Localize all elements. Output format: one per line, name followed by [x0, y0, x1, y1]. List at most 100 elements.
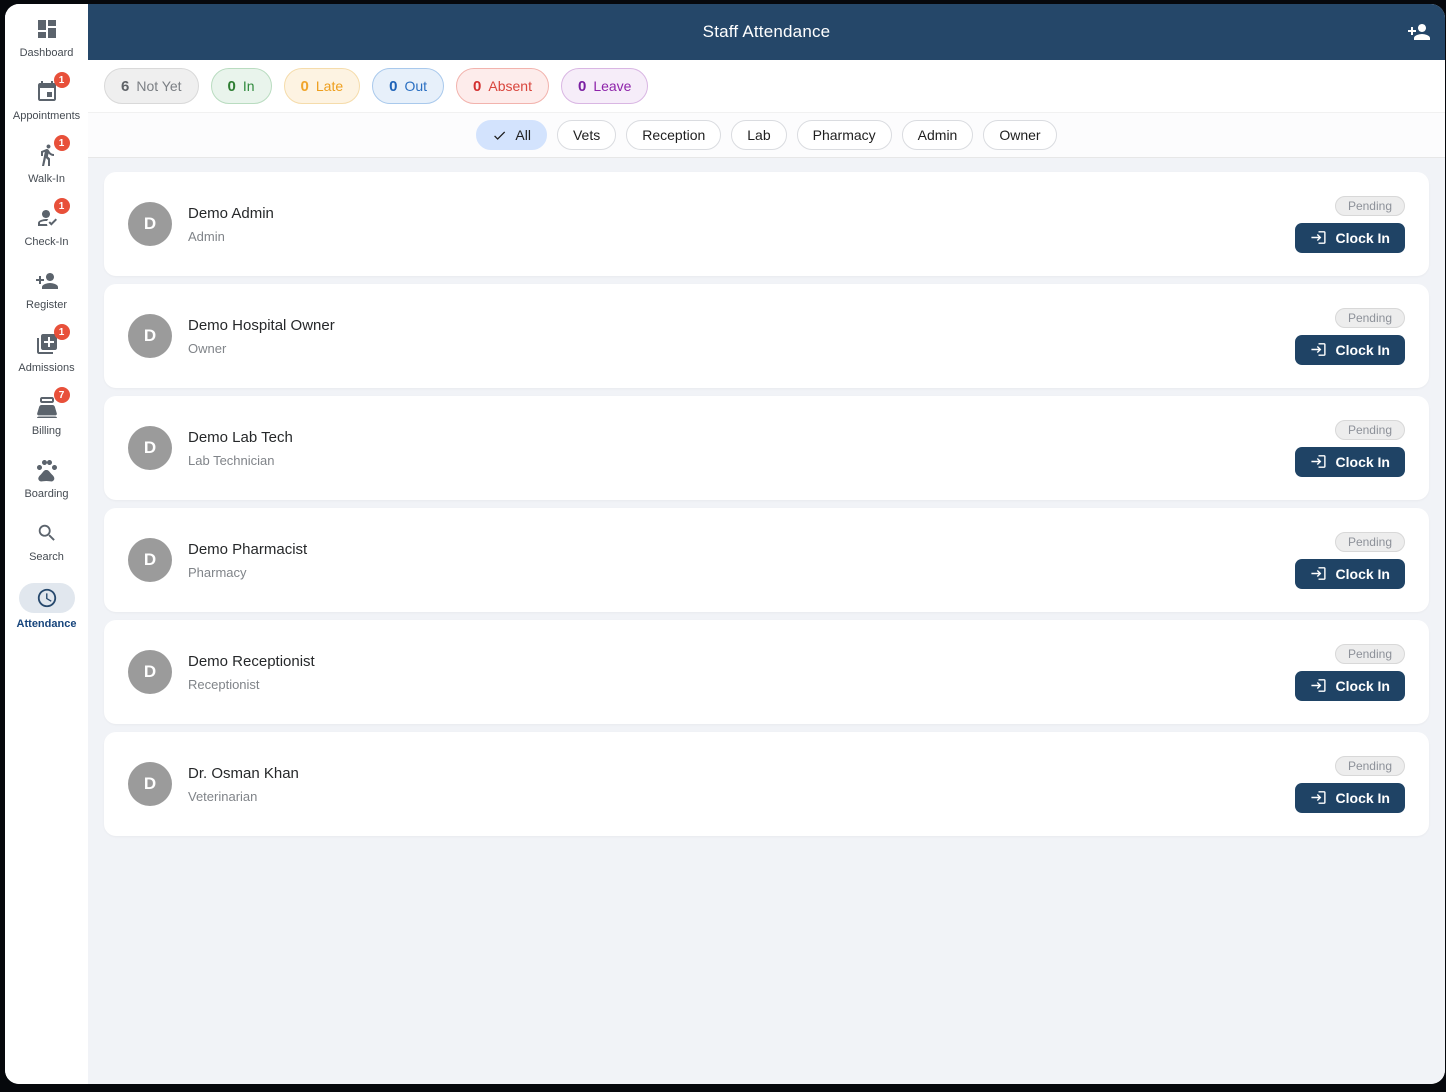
chip-label: Late: [316, 78, 343, 94]
tab-pharmacy[interactable]: Pharmacy: [797, 120, 892, 150]
clock-in-button[interactable]: Clock In: [1295, 223, 1405, 253]
tab-label: Vets: [573, 127, 600, 143]
role-filter-tabs: All Vets Reception Lab Pharmacy Admin Ow…: [88, 112, 1445, 158]
notification-badge: 7: [54, 387, 70, 403]
sidebar-item-search[interactable]: Search: [5, 520, 88, 583]
clock-in-button[interactable]: Clock In: [1295, 783, 1405, 813]
top-app-bar: Staff Attendance: [88, 4, 1445, 60]
chip-count: 0: [578, 78, 586, 95]
sidebar-item-label: Appointments: [13, 110, 80, 122]
sidebar-item-admissions[interactable]: 1 Admissions: [5, 331, 88, 394]
status-chip-leave[interactable]: 0 Leave: [561, 68, 649, 104]
notification-badge: 1: [54, 135, 70, 151]
tab-vets[interactable]: Vets: [557, 120, 616, 150]
status-badge: Pending: [1335, 308, 1405, 328]
clock-icon: [19, 583, 75, 613]
status-badge: Pending: [1335, 420, 1405, 440]
main-area: Staff Attendance 6 Not Yet 0 In 0 Late 0…: [88, 4, 1445, 1084]
login-icon: [1310, 677, 1327, 694]
status-chip-late[interactable]: 0 Late: [284, 68, 361, 104]
sidebar-item-label: Register: [26, 299, 67, 311]
clock-in-label: Clock In: [1336, 790, 1390, 806]
tab-owner[interactable]: Owner: [983, 120, 1056, 150]
status-chip-out[interactable]: 0 Out: [372, 68, 444, 104]
sidebar-item-label: Billing: [32, 425, 61, 437]
tab-all[interactable]: All: [476, 120, 547, 150]
tab-label: Admin: [918, 127, 958, 143]
clock-in-label: Clock In: [1336, 678, 1390, 694]
staff-list: D Demo Admin Admin Pending Clock In: [88, 158, 1445, 1084]
avatar: D: [128, 202, 172, 246]
register-icon: [35, 268, 59, 294]
tab-label: Pharmacy: [813, 127, 876, 143]
avatar: D: [128, 538, 172, 582]
staff-card: D Demo Admin Admin Pending Clock In: [104, 172, 1429, 276]
paw-icon: [35, 457, 59, 483]
chip-count: 6: [121, 78, 129, 95]
notification-badge: 1: [54, 198, 70, 214]
sidebar-item-boarding[interactable]: Boarding: [5, 457, 88, 520]
sidebar-item-walk-in[interactable]: 1 Walk-In: [5, 142, 88, 205]
chip-label: Absent: [488, 78, 532, 94]
avatar: D: [128, 650, 172, 694]
staff-role: Veterinarian: [188, 789, 299, 804]
desktop-background: Dashboard 1 Appointments 1 Walk-In 1 Che…: [0, 0, 1446, 1092]
staff-name: Demo Admin: [188, 205, 274, 222]
chip-count: 0: [228, 78, 236, 95]
status-chip-not-yet[interactable]: 6 Not Yet: [104, 68, 199, 104]
status-summary-row: 6 Not Yet 0 In 0 Late 0 Out 0 Absent 0 L…: [88, 60, 1445, 112]
tab-lab[interactable]: Lab: [731, 120, 786, 150]
status-chip-in[interactable]: 0 In: [211, 68, 272, 104]
clock-in-button[interactable]: Clock In: [1295, 335, 1405, 365]
status-badge: Pending: [1335, 756, 1405, 776]
notification-badge: 1: [54, 72, 70, 88]
staff-name: Demo Hospital Owner: [188, 317, 335, 334]
sidebar-item-label: Boarding: [24, 488, 68, 500]
sidebar-item-billing[interactable]: 7 Billing: [5, 394, 88, 457]
sidebar-item-dashboard[interactable]: Dashboard: [5, 16, 88, 79]
notification-badge: 1: [54, 324, 70, 340]
avatar: D: [128, 426, 172, 470]
staff-name: Dr. Osman Khan: [188, 765, 299, 782]
page-title: Staff Attendance: [703, 22, 831, 42]
tab-reception[interactable]: Reception: [626, 120, 721, 150]
status-badge: Pending: [1335, 196, 1405, 216]
clock-in-button[interactable]: Clock In: [1295, 671, 1405, 701]
sidebar-item-label: Walk-In: [28, 173, 65, 185]
sidebar-item-attendance[interactable]: Attendance: [5, 583, 88, 646]
admissions-icon: 1: [35, 331, 59, 357]
clock-in-button[interactable]: Clock In: [1295, 447, 1405, 477]
chip-count: 0: [389, 78, 397, 95]
sidebar-item-register[interactable]: Register: [5, 268, 88, 331]
app-window: Dashboard 1 Appointments 1 Walk-In 1 Che…: [5, 4, 1445, 1084]
login-icon: [1310, 565, 1327, 582]
sidebar-item-appointments[interactable]: 1 Appointments: [5, 79, 88, 142]
tab-admin[interactable]: Admin: [902, 120, 974, 150]
clock-in-label: Clock In: [1336, 230, 1390, 246]
person-add-icon[interactable]: [1407, 20, 1431, 44]
login-icon: [1310, 341, 1327, 358]
clock-in-label: Clock In: [1336, 566, 1390, 582]
tab-label: Reception: [642, 127, 705, 143]
sidebar-item-label: Admissions: [18, 362, 74, 374]
walk-in-icon: 1: [35, 142, 59, 168]
tab-label: Lab: [747, 127, 770, 143]
clock-in-label: Clock In: [1336, 342, 1390, 358]
tab-label: All: [515, 127, 531, 143]
login-icon: [1310, 789, 1327, 806]
status-chip-absent[interactable]: 0 Absent: [456, 68, 549, 104]
login-icon: [1310, 229, 1327, 246]
sidebar: Dashboard 1 Appointments 1 Walk-In 1 Che…: [5, 4, 88, 1084]
billing-icon: 7: [35, 394, 59, 420]
clock-in-label: Clock In: [1336, 454, 1390, 470]
clock-in-button[interactable]: Clock In: [1295, 559, 1405, 589]
sidebar-item-check-in[interactable]: 1 Check-In: [5, 205, 88, 268]
check-icon: [492, 128, 507, 143]
staff-role: Pharmacy: [188, 565, 307, 580]
staff-card: D Demo Receptionist Receptionist Pending…: [104, 620, 1429, 724]
status-badge: Pending: [1335, 644, 1405, 664]
search-icon: [36, 520, 58, 546]
staff-card: D Demo Hospital Owner Owner Pending Cloc…: [104, 284, 1429, 388]
chip-count: 0: [473, 78, 481, 95]
chip-label: Leave: [593, 78, 631, 94]
